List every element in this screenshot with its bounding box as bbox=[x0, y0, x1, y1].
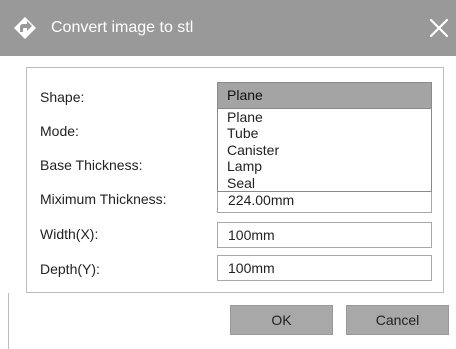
diamond-arrow-icon bbox=[14, 17, 36, 39]
dialog-titlebar: Convert image to stl bbox=[0, 0, 456, 56]
base-thickness-label: Base Thickness: bbox=[40, 157, 143, 173]
depth-field[interactable]: 100mm bbox=[217, 255, 432, 281]
divider bbox=[8, 293, 9, 349]
width-field[interactable]: 100mm bbox=[217, 222, 432, 248]
max-thickness-label: Miximum Thickness: bbox=[40, 191, 167, 207]
shape-option-tube[interactable]: Tube bbox=[227, 125, 258, 141]
shape-label: Shape: bbox=[40, 89, 85, 105]
shape-option-seal[interactable]: Seal bbox=[227, 175, 255, 191]
width-label: Width(X): bbox=[40, 226, 99, 242]
depth-label: Depth(Y): bbox=[40, 261, 100, 277]
shape-option-lamp[interactable]: Lamp bbox=[227, 158, 262, 174]
shape-dropdown-list: Plane Tube Canister Lamp Seal bbox=[217, 109, 432, 192]
shape-option-canister[interactable]: Canister bbox=[227, 142, 279, 158]
dialog-title: Convert image to stl bbox=[51, 19, 194, 36]
close-icon[interactable] bbox=[428, 17, 450, 39]
shape-select[interactable]: Plane bbox=[217, 82, 432, 109]
cancel-button[interactable]: Cancel bbox=[346, 305, 449, 335]
ok-button[interactable]: OK bbox=[230, 305, 333, 335]
mode-label: Mode: bbox=[40, 123, 79, 139]
shape-option-plane[interactable]: Plane bbox=[227, 109, 263, 125]
